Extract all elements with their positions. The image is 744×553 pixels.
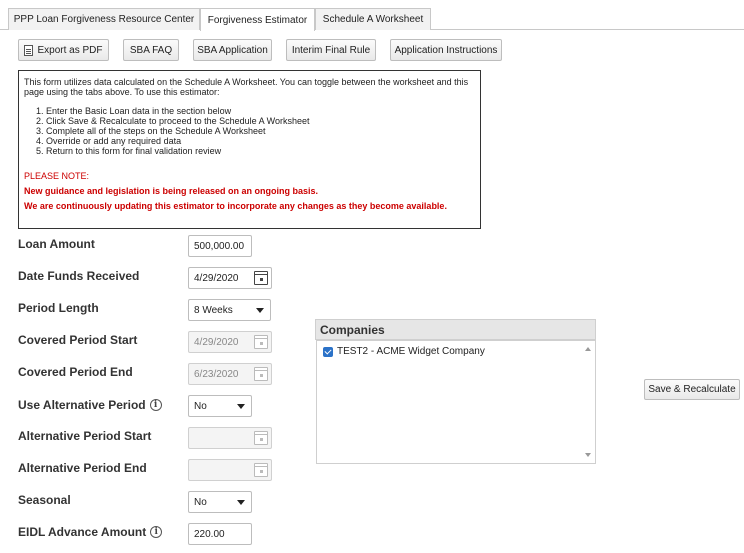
scroll-down-icon[interactable] xyxy=(585,453,591,457)
date-funds-received-label: Date Funds Received xyxy=(18,269,140,283)
chevron-down-icon xyxy=(237,500,245,505)
instructions-intro: This form utilizes data calculated on th… xyxy=(24,77,469,97)
calendar-icon[interactable] xyxy=(254,271,268,285)
checkbox[interactable] xyxy=(323,346,333,357)
note-heading: PLEASE NOTE: xyxy=(24,171,90,181)
seasonal-select[interactable]: No xyxy=(188,491,252,513)
calendar-icon xyxy=(254,367,268,381)
eidl-advance-amount-label: EIDL Advance Amount i xyxy=(18,525,163,539)
use-alternative-period-label: Use Alternative Period i xyxy=(18,398,162,412)
note-guidance: New guidance and legislation is being re… xyxy=(24,186,319,196)
application-instructions-button[interactable]: Application Instructions xyxy=(390,39,502,61)
instruction-step: Return to this form for final validation… xyxy=(46,146,475,156)
seasonal-label: Seasonal xyxy=(18,493,71,507)
period-length-select[interactable]: 8 Weeks xyxy=(188,299,271,321)
calendar-icon xyxy=(254,463,268,477)
chevron-down-icon xyxy=(256,308,264,313)
date-funds-received-input[interactable]: 4/29/2020 xyxy=(188,267,272,289)
period-length-label: Period Length xyxy=(18,301,99,315)
seasonal-value: No xyxy=(194,496,207,508)
use-alternative-period-text: Use Alternative Period xyxy=(18,398,146,412)
calendar-icon xyxy=(254,431,268,445)
date-funds-received-value: 4/29/2020 xyxy=(194,272,239,284)
use-alternative-period-select[interactable]: No xyxy=(188,395,252,417)
tab-resource-center[interactable]: PPP Loan Forgiveness Resource Center xyxy=(8,8,200,30)
covered-period-start-input: 4/29/2020 xyxy=(188,331,272,353)
loan-amount-input[interactable]: 500,000.00 xyxy=(188,235,252,257)
tab-forgiveness-estimator[interactable]: Forgiveness Estimator xyxy=(200,8,315,31)
covered-period-start-label: Covered Period Start xyxy=(18,333,138,347)
info-icon[interactable]: i xyxy=(150,526,163,538)
save-recalculate-button[interactable]: Save & Recalculate xyxy=(644,379,740,400)
info-icon[interactable]: i xyxy=(149,399,162,411)
company-label: TEST2 - ACME Widget Company xyxy=(337,346,485,357)
loan-amount-label: Loan Amount xyxy=(18,237,95,251)
covered-period-start-value: 4/29/2020 xyxy=(194,336,239,348)
instruction-step: Override or add any required data xyxy=(46,136,475,146)
alternative-period-end-label: Alternative Period End xyxy=(18,461,147,475)
alternative-period-start-label: Alternative Period Start xyxy=(18,429,152,443)
alternative-period-end-input xyxy=(188,459,272,481)
companies-list[interactable]: TEST2 - ACME Widget Company xyxy=(316,340,596,464)
eidl-advance-amount-input[interactable]: 220.00 xyxy=(188,523,252,545)
tab-schedule-a-worksheet[interactable]: Schedule A Worksheet xyxy=(315,8,431,30)
covered-period-end-input: 6/23/2020 xyxy=(188,363,272,385)
companies-header: Companies xyxy=(315,319,596,340)
interim-final-rule-button[interactable]: Interim Final Rule xyxy=(286,39,376,61)
export-pdf-label: Export as PDF xyxy=(37,44,103,56)
chevron-down-icon xyxy=(237,404,245,409)
sba-faq-button[interactable]: SBA FAQ xyxy=(123,39,179,61)
instructions-box: This form utilizes data calculated on th… xyxy=(18,70,481,229)
instruction-step: Enter the Basic Loan data in the section… xyxy=(46,106,475,116)
tab-bar: PPP Loan Forgiveness Resource Center For… xyxy=(0,8,744,31)
eidl-advance-amount-text: EIDL Advance Amount xyxy=(18,525,147,539)
use-alternative-period-value: No xyxy=(194,400,207,412)
export-pdf-button[interactable]: Export as PDF xyxy=(18,39,109,61)
covered-period-end-label: Covered Period End xyxy=(18,365,133,379)
alternative-period-start-input xyxy=(188,427,272,449)
calendar-icon xyxy=(254,335,268,349)
pdf-icon xyxy=(24,44,34,56)
scroll-up-icon[interactable] xyxy=(585,347,591,351)
covered-period-end-value: 6/23/2020 xyxy=(194,368,239,380)
instruction-step: Complete all of the steps on the Schedul… xyxy=(46,126,475,136)
note-updates: We are continuously updating this estima… xyxy=(24,201,447,211)
sba-application-button[interactable]: SBA Application xyxy=(193,39,272,61)
period-length-value: 8 Weeks xyxy=(194,304,233,316)
instruction-step: Click Save & Recalculate to proceed to t… xyxy=(46,116,475,126)
instructions-steps: Enter the Basic Loan data in the section… xyxy=(46,106,475,156)
list-item[interactable]: TEST2 - ACME Widget Company xyxy=(323,346,485,357)
